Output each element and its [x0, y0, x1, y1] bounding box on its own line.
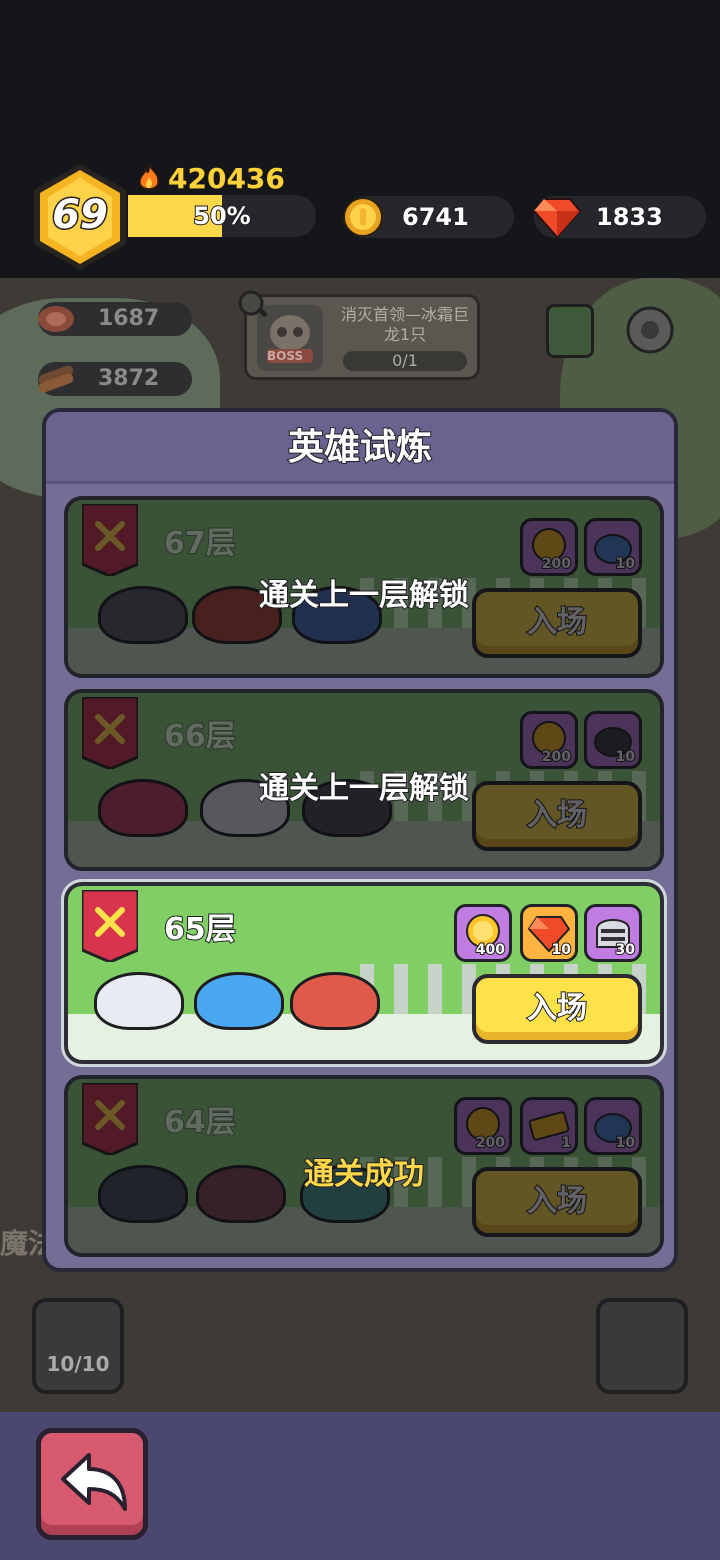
- modal-header: 英雄试炼: [46, 412, 674, 484]
- flame-icon: [138, 163, 160, 191]
- team-button: 10/10: [32, 1298, 124, 1394]
- gold-currency[interactable]: 6741: [343, 196, 514, 238]
- power-value: 420436: [168, 161, 286, 195]
- back-button[interactable]: [36, 1428, 148, 1540]
- reward-knight-helmet[interactable]: 30: [584, 904, 642, 962]
- xp-percent: 50%: [192, 201, 251, 231]
- forge-button: [596, 1298, 688, 1394]
- floor-card-64: 64层 200 1 10 入场 通关成功: [64, 1075, 664, 1257]
- meat-icon: [38, 306, 74, 332]
- gold-amount: 6741: [401, 202, 470, 232]
- meat-resource: 1687: [38, 302, 192, 336]
- reward-gem[interactable]: 10: [520, 904, 578, 962]
- gem-amount: 1833: [595, 202, 664, 232]
- enemy-spiked-sprite: [94, 972, 184, 1030]
- reward-hero-shard[interactable]: 10: [584, 1097, 642, 1155]
- reward-amount: 10: [550, 941, 572, 959]
- reward-amount: 30: [614, 941, 636, 959]
- enemy-robot-sprite: [194, 972, 284, 1030]
- reward-gold-coin[interactable]: 200: [454, 1097, 512, 1155]
- wood-log-icon: [38, 365, 74, 393]
- player-level-badge[interactable]: 69: [32, 162, 128, 272]
- meat-amount: 1687: [98, 306, 160, 331]
- floor-banner-icon: [82, 890, 138, 962]
- reward-gold-coin[interactable]: 200: [520, 518, 578, 576]
- enter-button-label: 入场: [526, 990, 588, 1027]
- reward-amount: 400: [475, 941, 506, 959]
- gem-icon: [532, 198, 582, 239]
- unlock-hint: 通关上一层解锁: [258, 770, 470, 807]
- gem-currency[interactable]: 1833: [532, 196, 706, 239]
- gear-icon: [626, 306, 674, 354]
- reward-hero-shard[interactable]: 10: [584, 518, 642, 576]
- menu-list-icon: [546, 304, 594, 358]
- floor-label: 64层: [163, 1104, 237, 1141]
- top-status-bar: 69 420436 50% 6741 1833: [0, 0, 720, 278]
- wood-resource: 3872: [38, 362, 192, 396]
- floor-card-66: 66层 200 10 入场 通关上一层解锁: [64, 689, 664, 871]
- back-arrow-icon: [61, 1453, 127, 1511]
- reward-gold-coin[interactable]: 400: [454, 904, 512, 962]
- enter-button[interactable]: 入场: [472, 974, 642, 1044]
- xp-progress-bar: 50%: [128, 195, 316, 237]
- unlock-hint: 通关上一层解锁: [258, 577, 470, 614]
- team-count: 10/10: [46, 1352, 110, 1376]
- enemy-shrimp-sprite: [290, 972, 380, 1030]
- reward-ticket[interactable]: 1: [520, 1097, 578, 1155]
- quest-progress: 0/1: [343, 351, 467, 371]
- reward-hero-shard[interactable]: 10: [584, 711, 642, 769]
- modal-title: 英雄试炼: [287, 426, 433, 469]
- bottom-bar: [0, 1412, 720, 1560]
- floor-banner-icon: [82, 697, 138, 769]
- reward-gold-coin[interactable]: 200: [520, 711, 578, 769]
- boss-quest-panel: BOSS 消灭首领—冰霜巨龙1只 0/1: [244, 294, 480, 380]
- floor-card-65: 65层 400 10 30 入场: [61, 879, 667, 1067]
- floor-label: 67层: [163, 525, 237, 562]
- floor-banner-icon: [82, 1083, 138, 1155]
- floor-label: 66层: [163, 718, 237, 755]
- hero-trial-modal: 英雄试炼 67层 200 10 入场 通关上一层解锁 66层 200 10 入场…: [42, 408, 678, 1272]
- boss-badge: BOSS: [267, 349, 304, 363]
- cleared-status: 通关成功: [303, 1156, 425, 1193]
- quest-title: 消灭首领—冰霜巨龙1只: [340, 305, 469, 344]
- floor-banner-icon: [82, 504, 138, 576]
- gold-coin-icon: [343, 197, 383, 237]
- wood-amount: 3872: [98, 366, 160, 391]
- floor-label: 65层: [163, 911, 237, 948]
- player-level: 69: [51, 191, 110, 240]
- combat-power: 420436: [136, 160, 285, 196]
- floor-card-67: 67层 200 10 入场 通关上一层解锁: [64, 496, 664, 678]
- magnifier-icon: [238, 290, 268, 317]
